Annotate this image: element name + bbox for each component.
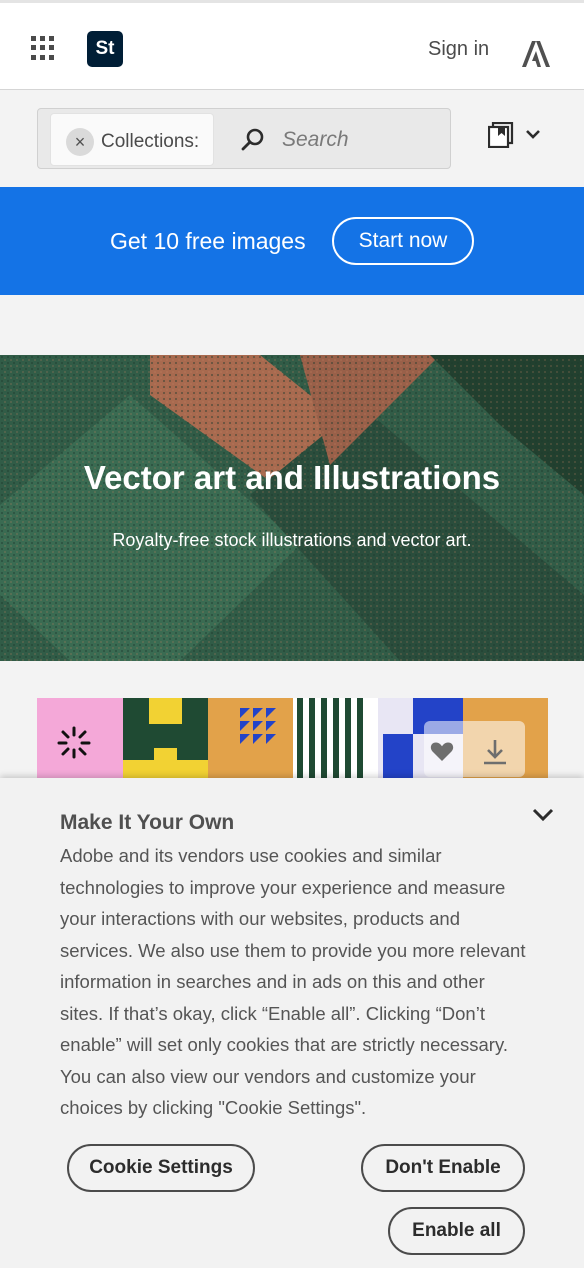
hero-background-image xyxy=(0,355,584,661)
cookie-consent-panel: Make It Your Own Adobe and its vendors u… xyxy=(0,778,584,1268)
top-header: St Sign in xyxy=(0,0,584,90)
collections-dropdown-button[interactable] xyxy=(488,120,548,152)
enable-all-button[interactable]: Enable all xyxy=(388,1207,525,1255)
free-images-banner: Get 10 free images Start now xyxy=(0,187,584,295)
search-input[interactable] xyxy=(282,123,442,157)
sign-in-link[interactable]: Sign in xyxy=(428,38,489,61)
download-icon[interactable] xyxy=(482,738,508,766)
chevron-down-icon[interactable] xyxy=(531,806,555,824)
cookie-description: Adobe and its vendors use cookies and si… xyxy=(60,845,526,1118)
start-now-button[interactable]: Start now xyxy=(332,217,474,265)
hero-banner: Vector art and Illustrations Royalty-fre… xyxy=(0,355,584,661)
cookie-title: Make It Your Own xyxy=(60,811,235,834)
hero-subtitle: Royalty-free stock illustrations and vec… xyxy=(112,530,472,550)
close-icon[interactable]: × xyxy=(66,128,94,156)
search-icon[interactable] xyxy=(241,127,265,151)
heart-icon[interactable] xyxy=(430,740,454,762)
collections-filter-label: Collections: xyxy=(101,131,200,152)
promo-text: Get 10 free images xyxy=(110,228,306,254)
cookie-settings-button[interactable]: Cookie Settings xyxy=(67,1144,255,1192)
dont-enable-button[interactable]: Don't Enable xyxy=(361,1144,525,1192)
hero-title: Vector art and Illustrations xyxy=(83,459,501,496)
adobe-logo-icon[interactable] xyxy=(522,41,550,67)
collections-icon xyxy=(488,122,514,148)
apps-grid-icon[interactable] xyxy=(31,36,55,60)
stock-logo[interactable]: St xyxy=(87,31,123,67)
chevron-down-icon xyxy=(526,130,540,139)
collections-filter-chip: × Collections: xyxy=(50,113,214,166)
search-bar: × Collections: xyxy=(37,108,451,169)
